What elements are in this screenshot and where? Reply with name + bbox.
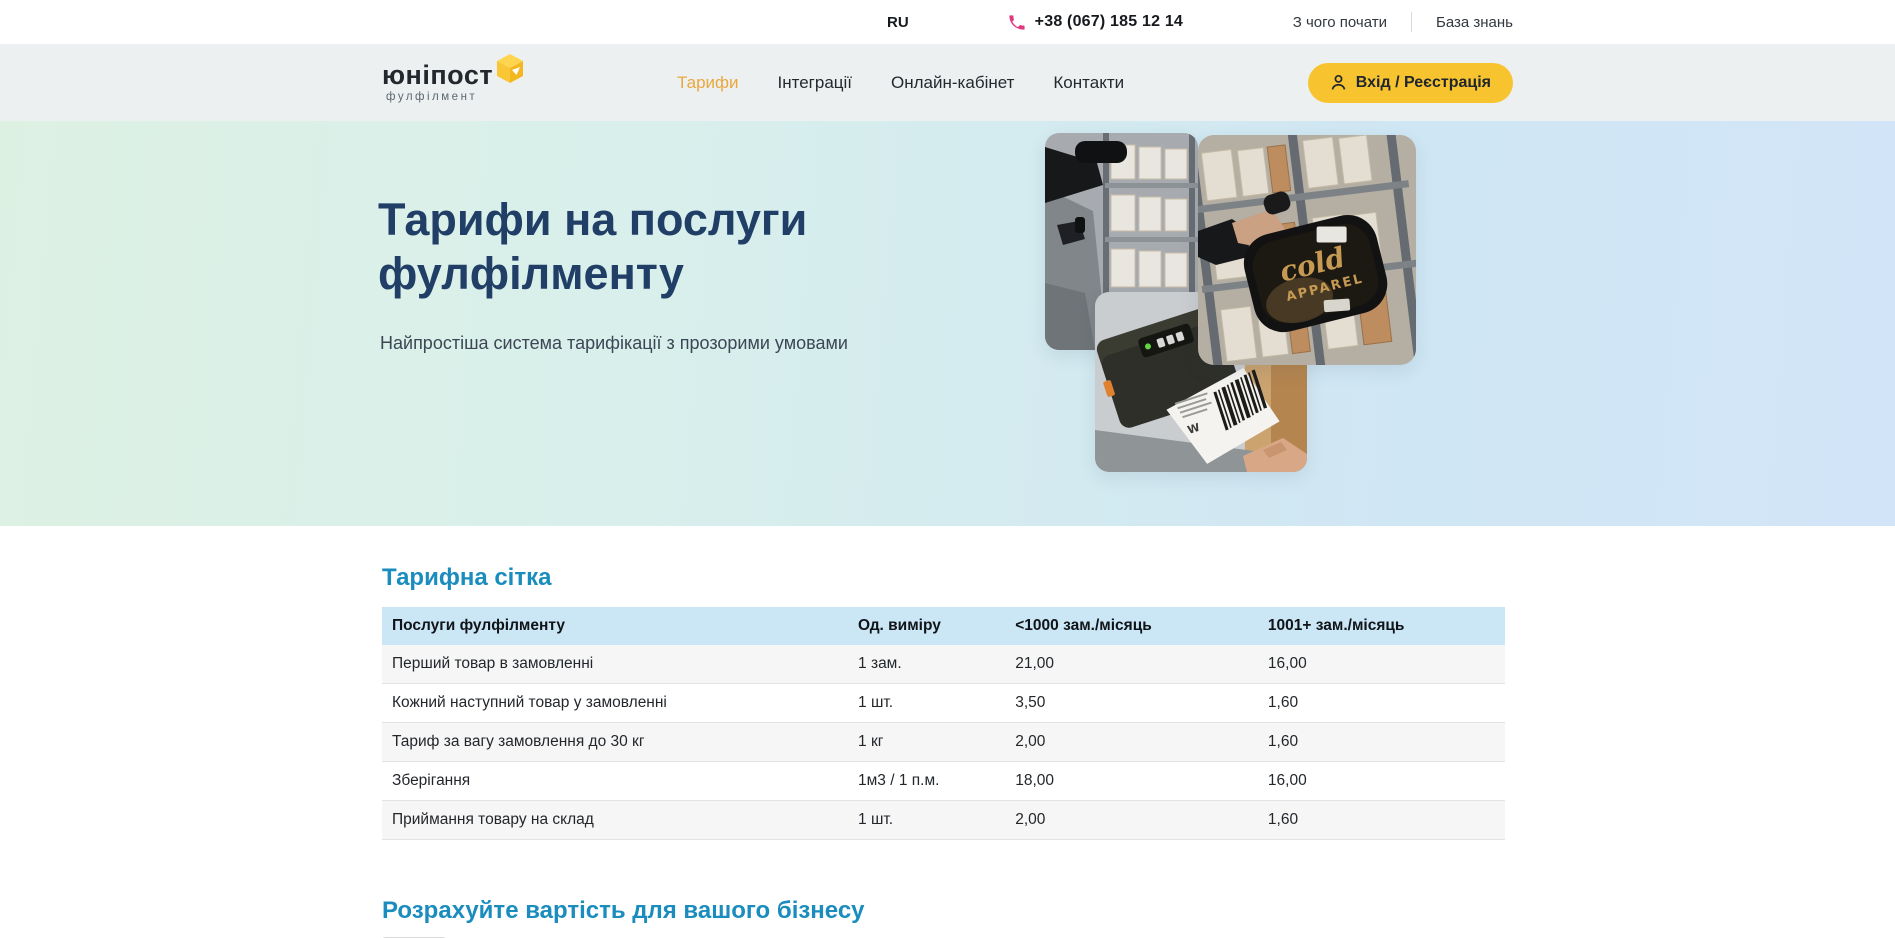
logo-title: юніпост	[382, 62, 493, 89]
col-header-unit: Од. виміру	[848, 607, 1005, 645]
main-content: Тарифна сітка Послуги фулфілменту Од. ви…	[0, 526, 1895, 938]
table-cell: Перший товар в замовленні	[382, 645, 848, 684]
table-cell: 3,50	[1005, 684, 1258, 723]
col-header-service: Послуги фулфілменту	[382, 607, 848, 645]
site-header: юніпост фулфілмент Тарифи Інтеграції Онл…	[0, 44, 1895, 121]
hero-photo-collage: W	[382, 121, 1513, 526]
table-row: Перший товар в замовленні1 зам.21,0016,0…	[382, 645, 1505, 684]
pricing-table-header-row: Послуги фулфілменту Од. виміру <1000 зам…	[382, 607, 1505, 645]
table-cell: 1 шт.	[848, 684, 1005, 723]
nav-item-tariffs[interactable]: Тарифи	[677, 73, 739, 93]
link-knowledge-base[interactable]: База знань	[1436, 14, 1513, 31]
table-cell: 2,00	[1005, 801, 1258, 840]
table-cell: 2,00	[1005, 723, 1258, 762]
calculator-heading: Розрахуйте вартість для вашого бізнесу	[382, 896, 1513, 925]
table-cell: 1 зам.	[848, 645, 1005, 684]
pricing-table-body: Перший товар в замовленні1 зам.21,0016,0…	[382, 645, 1505, 840]
hero-section: Тарифи на послуги фулфілменту Найпростіш…	[0, 121, 1895, 526]
topbar-divider	[1411, 12, 1412, 32]
table-cell: 18,00	[1005, 762, 1258, 801]
nav-item-contacts[interactable]: Контакти	[1053, 73, 1124, 93]
logo-cube-icon	[497, 54, 523, 84]
package-in-hand-photo: cold APPAREL	[1198, 135, 1416, 365]
table-row: Зберігання1м3 / 1 п.м.18,0016,00	[382, 762, 1505, 801]
table-row: Кожний наступний товар у замовленні1 шт.…	[382, 684, 1505, 723]
table-cell: 16,00	[1258, 762, 1505, 801]
table-cell: 16,00	[1258, 645, 1505, 684]
topbar-links: З чого почати База знань	[1293, 12, 1513, 32]
table-cell: 1,60	[1258, 723, 1505, 762]
table-cell: 1,60	[1258, 684, 1505, 723]
pricing-table: Послуги фулфілменту Од. виміру <1000 зам…	[382, 607, 1505, 840]
login-register-button[interactable]: Вхід / Реєстрація	[1308, 63, 1513, 103]
table-cell: Зберігання	[382, 762, 848, 801]
table-cell: Приймання товару на склад	[382, 801, 848, 840]
main-nav: Тарифи Інтеграції Онлайн-кабінет Контакт…	[677, 73, 1124, 93]
link-get-started[interactable]: З чого почати	[1293, 14, 1387, 31]
col-header-under-1000: <1000 зам./місяць	[1005, 607, 1258, 645]
table-cell: 21,00	[1005, 645, 1258, 684]
pricing-heading: Тарифна сітка	[382, 563, 1513, 592]
phone-number[interactable]: +38 (067) 185 12 14	[1035, 13, 1183, 31]
nav-item-online-cabinet[interactable]: Онлайн-кабінет	[891, 73, 1014, 93]
table-cell: Кожний наступний товар у замовленні	[382, 684, 848, 723]
table-cell: 1,60	[1258, 801, 1505, 840]
phone-icon	[1007, 13, 1026, 32]
login-register-label: Вхід / Реєстрація	[1356, 74, 1491, 92]
logo[interactable]: юніпост фулфілмент	[382, 62, 542, 103]
col-header-over-1001: 1001+ зам./місяць	[1258, 607, 1505, 645]
table-cell: 1 шт.	[848, 801, 1005, 840]
table-row: Тариф за вагу замовлення до 30 кг1 кг2,0…	[382, 723, 1505, 762]
nav-item-integrations[interactable]: Інтеграції	[778, 73, 853, 93]
logo-subtitle: фулфілмент	[386, 91, 542, 103]
language-switcher[interactable]: RU	[887, 14, 909, 31]
table-cell: Тариф за вагу замовлення до 30 кг	[382, 723, 848, 762]
topbar: RU +38 (067) 185 12 14 З чого почати Баз…	[0, 0, 1895, 44]
pricing-table-head: Послуги фулфілменту Од. виміру <1000 зам…	[382, 607, 1505, 645]
table-row: Приймання товару на склад1 шт.2,001,60	[382, 801, 1505, 840]
table-cell: 1м3 / 1 п.м.	[848, 762, 1005, 801]
user-icon	[1330, 74, 1347, 91]
table-cell: 1 кг	[848, 723, 1005, 762]
phone-link[interactable]: +38 (067) 185 12 14	[1007, 13, 1183, 32]
